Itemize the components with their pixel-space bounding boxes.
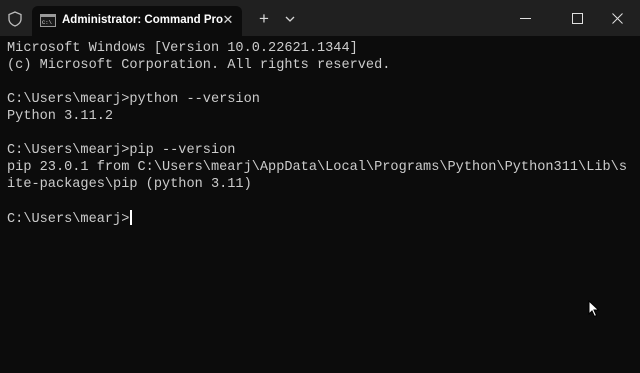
prompt-text: C:\Users\mearj> [7, 212, 130, 227]
terminal-line: C:\Users\mearj>python --version [7, 92, 260, 107]
terminal-line: Microsoft Windows [Version 10.0.22621.13… [7, 41, 358, 56]
maximize-icon [572, 13, 583, 24]
close-icon [612, 13, 623, 24]
minimize-icon [520, 18, 531, 19]
title-bar: C:\ Administrator: Command Pro ✕ + [0, 0, 640, 36]
terminal-output[interactable]: Microsoft Windows [Version 10.0.22621.13… [7, 40, 627, 360]
minimize-button[interactable] [502, 0, 548, 36]
terminal-line: ite-packages\pip (python 3.11) [7, 177, 252, 192]
close-window-button[interactable] [594, 0, 640, 36]
terminal-line: (c) Microsoft Corporation. All rights re… [7, 58, 391, 73]
tab-command-prompt[interactable]: C:\ Administrator: Command Pro ✕ [32, 6, 242, 36]
terminal-line: C:\Users\mearj>pip --version [7, 143, 236, 158]
cmd-icon: C:\ [40, 14, 56, 27]
close-tab-button[interactable]: ✕ [219, 11, 237, 29]
terminal-window: C:\ Administrator: Command Pro ✕ + Micro… [0, 0, 640, 373]
new-tab-button[interactable]: + [253, 8, 275, 30]
terminal-line: pip 23.0.1 from C:\Users\mearj\AppData\L… [7, 160, 627, 175]
svg-text:C:\: C:\ [42, 19, 52, 26]
text-cursor [130, 210, 133, 225]
tab-dropdown-button[interactable] [280, 8, 300, 30]
prompt-line[interactable]: C:\Users\mearj> [7, 210, 627, 227]
shield-icon [8, 11, 22, 27]
chevron-down-icon [285, 16, 295, 22]
tab-title: Administrator: Command Pro [62, 14, 224, 26]
mouse-pointer-icon [588, 300, 600, 318]
terminal-line: Python 3.11.2 [7, 109, 114, 124]
